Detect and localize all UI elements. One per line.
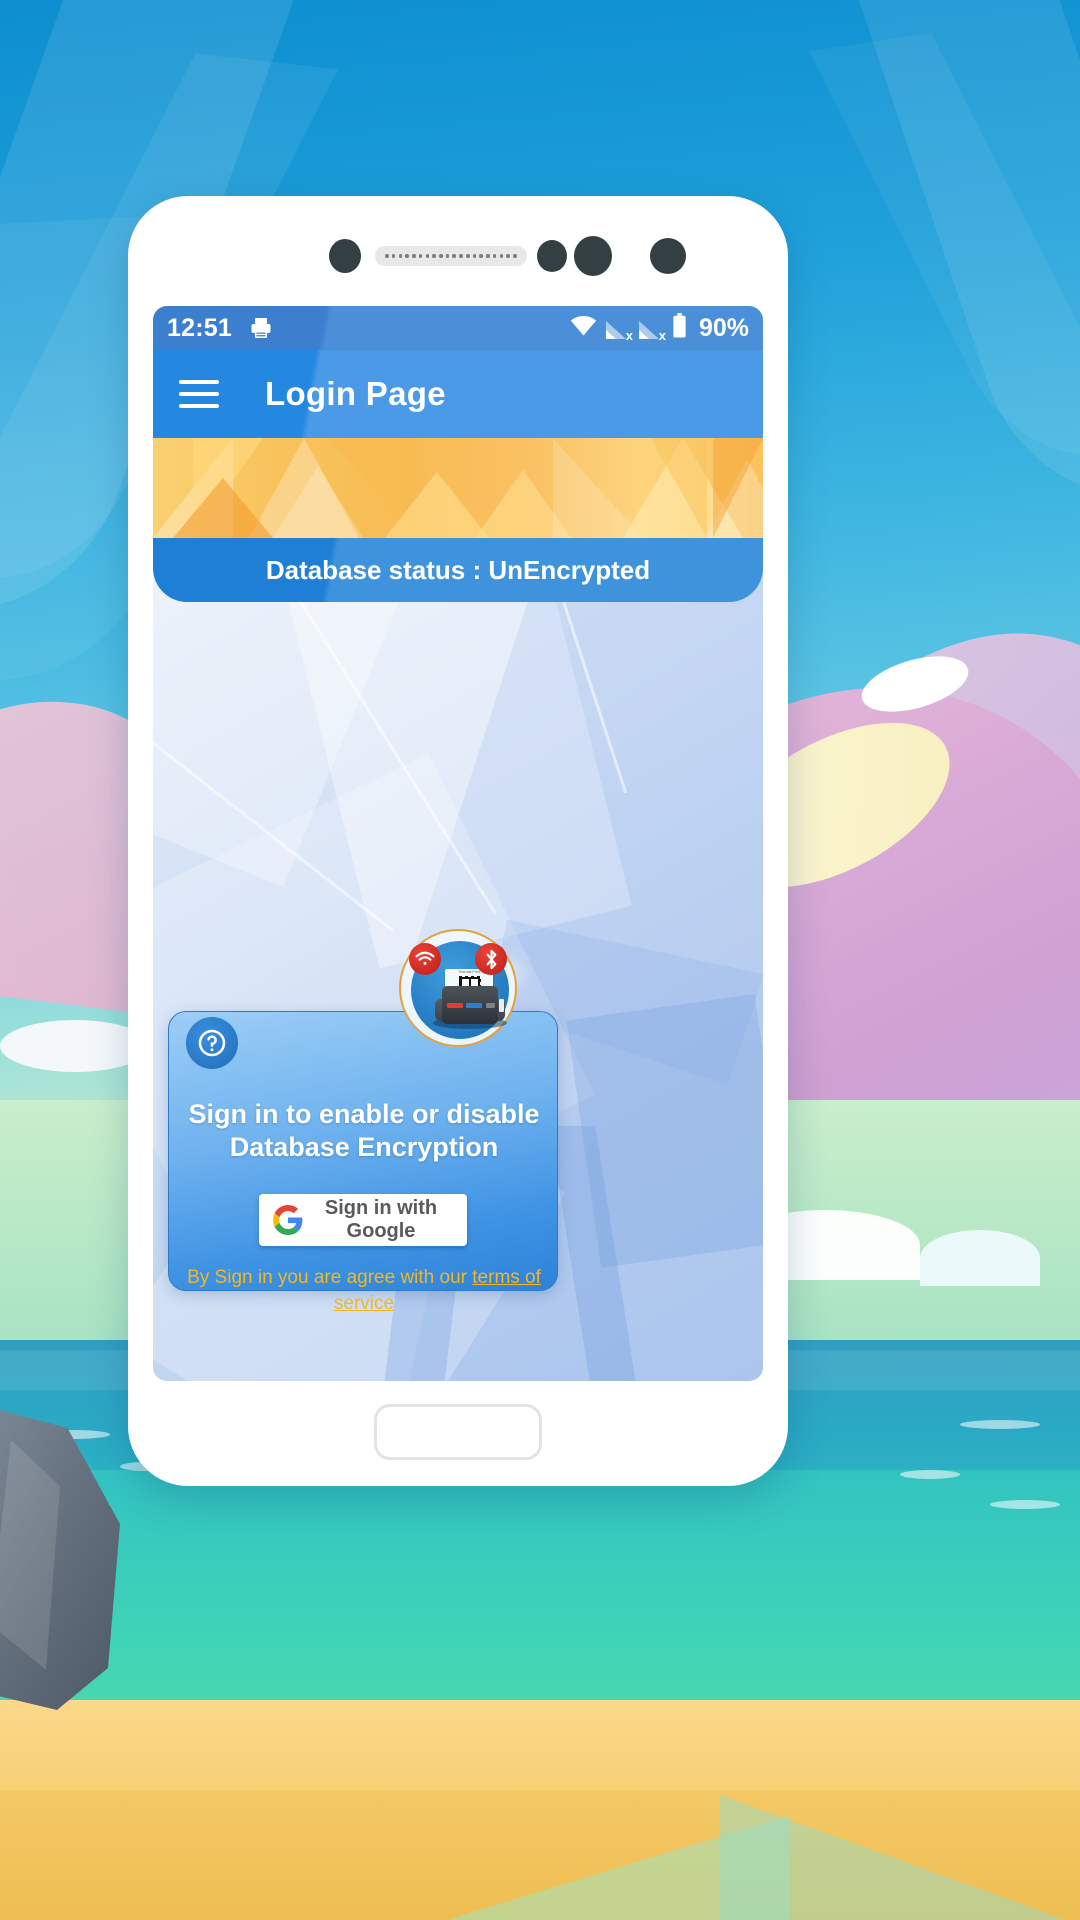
database-status-strip: Database status : UnEncrypted bbox=[153, 538, 763, 602]
phone-screen: 12:51 x x 90% Login Page Database status… bbox=[153, 306, 763, 1381]
speaker-grille bbox=[375, 246, 527, 266]
google-signin-label: Sign in with Google bbox=[324, 1197, 438, 1242]
google-g-icon bbox=[273, 1205, 303, 1235]
printer-button-red bbox=[447, 1003, 463, 1008]
orange-geometric-banner bbox=[153, 438, 763, 538]
signal-no-sim-icon: x bbox=[638, 318, 666, 343]
database-status-text: Database status : UnEncrypted bbox=[265, 554, 651, 585]
wifi-badge-icon bbox=[409, 943, 441, 975]
banner-triangle bbox=[713, 438, 763, 538]
front-camera-lens-icon bbox=[574, 236, 612, 276]
battery-percentage: 90% bbox=[698, 313, 749, 342]
proximity-sensor-icon bbox=[329, 239, 361, 273]
terms-prefix: By Sign in you are agree with our bbox=[187, 1267, 473, 1288]
front-camera-icon bbox=[537, 240, 567, 272]
printer-button-blue bbox=[466, 1003, 482, 1008]
signin-card: Sign in to enable or disable Database En… bbox=[168, 1011, 558, 1314]
help-question-icon[interactable] bbox=[186, 1017, 238, 1069]
foam bbox=[900, 1470, 960, 1479]
bluetooth-badge-icon bbox=[475, 943, 507, 975]
indicator-led-icon bbox=[650, 238, 686, 274]
home-button[interactable] bbox=[374, 1404, 542, 1460]
signal-x-mark: x bbox=[658, 327, 666, 343]
signal-no-sim-icon: x bbox=[605, 318, 633, 343]
phone-top-bezel bbox=[128, 196, 788, 306]
app-bar: Login Page bbox=[153, 350, 763, 438]
banner-triangle bbox=[651, 438, 707, 538]
banner-triangle bbox=[173, 478, 273, 538]
shore-shape bbox=[720, 1795, 1080, 1920]
terms-text: By Sign in you are agree with our terms … bbox=[169, 1265, 559, 1316]
ocean-shallow bbox=[0, 1470, 1080, 1730]
foam bbox=[960, 1420, 1040, 1429]
status-bar-icons: x x 90% bbox=[570, 313, 749, 343]
wifi-icon bbox=[570, 315, 597, 341]
battery-icon bbox=[672, 313, 687, 343]
thermal-printer-logo: Thermal Print bbox=[399, 929, 517, 1047]
printer-button-gray bbox=[486, 1003, 495, 1008]
header-banner: Database status : UnEncrypted bbox=[153, 438, 763, 602]
card-heading: Sign in to enable or disable Database En… bbox=[188, 1099, 540, 1162]
foam bbox=[990, 1500, 1060, 1509]
signal-x-mark: x bbox=[625, 327, 633, 343]
cloud bbox=[920, 1230, 1040, 1286]
status-bar-time: 12:51 bbox=[167, 313, 232, 342]
hamburger-menu-icon[interactable] bbox=[179, 380, 219, 408]
printer-icon bbox=[248, 316, 274, 340]
status-bar: 12:51 x x 90% bbox=[153, 306, 763, 350]
banner-triangle bbox=[385, 472, 489, 538]
google-signin-button[interactable]: Sign in with Google bbox=[259, 1194, 467, 1246]
printer-slot bbox=[499, 999, 504, 1012]
page-title: Login Page bbox=[265, 375, 446, 412]
phone-device: 12:51 x x 90% Login Page Database status… bbox=[128, 196, 788, 1486]
